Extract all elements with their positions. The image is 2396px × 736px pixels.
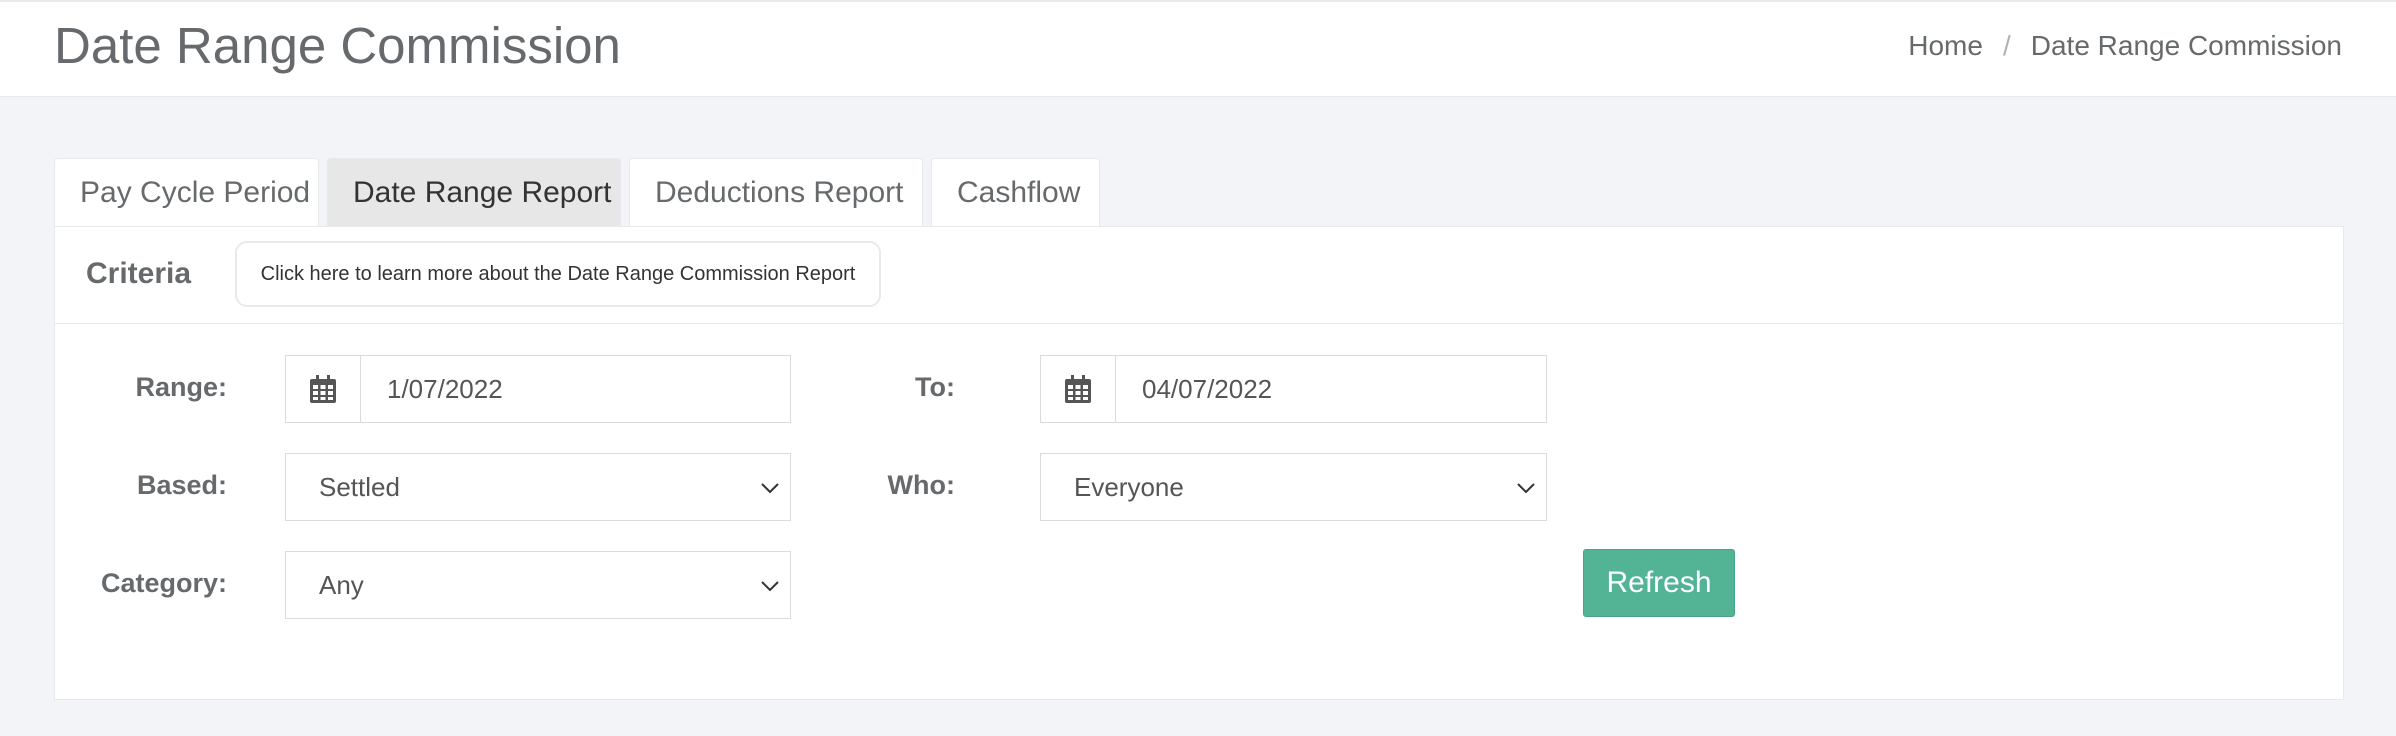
calendar-icon [1065,375,1091,403]
chevron-down-icon [1517,483,1535,494]
to-date-picker[interactable]: 04/07/2022 [1040,355,1547,423]
criteria-title: Criteria [86,257,192,290]
range-calendar-button[interactable] [286,356,361,422]
tab-pay-cycle-period[interactable]: Pay Cycle Period [54,158,319,226]
based-label: Based: [136,470,227,500]
chevron-down-icon [761,483,779,494]
tab-deductions-report[interactable]: Deductions Report [629,158,923,226]
breadcrumb-home-link[interactable]: Home [1908,30,1983,62]
who-select[interactable]: Everyone [1040,453,1547,521]
learn-more-button[interactable]: Click here to learn more about the Date … [235,241,881,307]
range-date-picker[interactable]: 1/07/2022 [285,355,791,423]
criteria-header: Criteria Click here to learn more about … [55,227,2343,324]
refresh-button[interactable]: Refresh [1583,549,1735,617]
report-tabs: Pay Cycle Period Date Range Report Deduc… [54,158,1100,226]
who-label: Who: [887,470,955,500]
to-calendar-button[interactable] [1041,356,1116,422]
breadcrumb-current: Date Range Commission [2030,30,2342,61]
breadcrumb: Home / Date Range Commission [1908,30,2342,62]
criteria-panel: Criteria Click here to learn more about … [54,226,2344,700]
to-label: To: [915,372,955,402]
tab-cashflow[interactable]: Cashflow [931,158,1100,226]
to-date-input[interactable]: 04/07/2022 [1116,356,1546,422]
range-label: Range: [135,372,227,402]
chevron-down-icon [761,581,779,592]
page-header: Date Range Commission Home / Date Range … [0,0,2396,97]
based-select-value: Settled [319,471,400,502]
category-label: Category: [100,568,227,598]
breadcrumb-separator: / [2002,30,2011,61]
range-start-date-input[interactable]: 1/07/2022 [361,356,790,422]
category-select[interactable]: Any [285,551,791,619]
based-select[interactable]: Settled [285,453,791,521]
tab-date-range-report[interactable]: Date Range Report [327,158,621,226]
page-title: Date Range Commission [54,17,621,74]
category-select-value: Any [319,569,364,600]
who-select-value: Everyone [1074,471,1184,502]
calendar-icon [310,375,336,403]
